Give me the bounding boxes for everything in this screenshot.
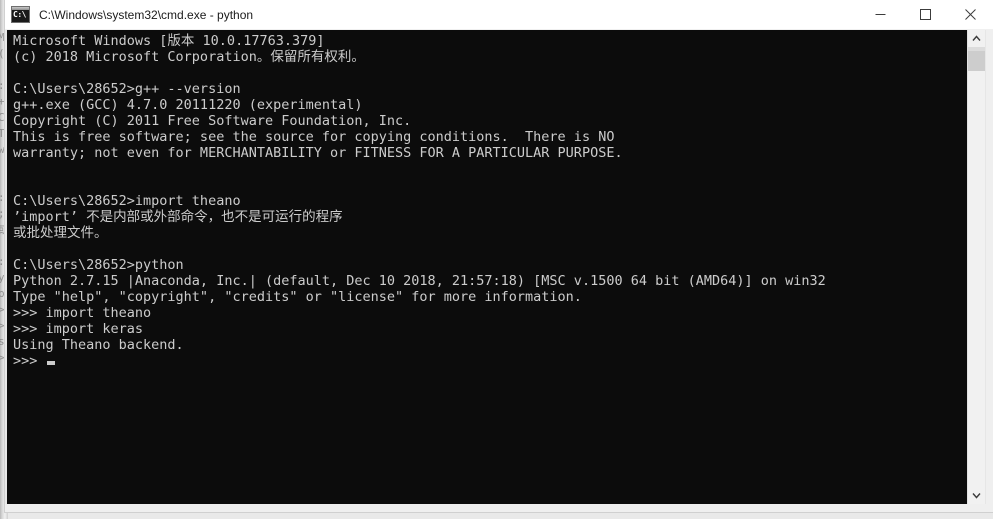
console-line: >>> import keras [13,321,144,337]
close-button[interactable] [948,0,993,29]
cmd-console-icon: C:\ [11,6,30,23]
scroll-thumb[interactable] [968,51,985,71]
console-line: C:\Users\28652>g++ --version [13,81,241,97]
console-line: This is free software; see the source fo… [13,129,615,145]
window-right-edge [985,30,993,504]
icon-prompt-text: C:\ [13,10,26,19]
console-prompt: >>> [13,353,46,369]
console-line: (c) 2018 Microsoft Corporation。保留所有权利。 [13,49,365,65]
minimize-icon [875,14,886,15]
maximize-icon [920,9,931,20]
chevron-down-icon [972,493,981,499]
text-cursor [46,361,55,365]
console-line: warranty; not even for MERCHANTABILITY o… [13,145,623,161]
scroll-down-button[interactable] [968,487,985,504]
desktop-background: M ( : + C T w : ; 或 : y p > > s > C:\ C:… [0,0,993,519]
console-line: C:\Users\28652>import theano [13,193,241,209]
console-prompt-line: >>> [13,353,826,369]
console-line: Python 2.7.15 |Anaconda, Inc.| (default,… [13,273,826,289]
console-line: Type "help", "copyright", "credits" or "… [13,289,582,305]
close-icon [965,9,976,20]
title-bar[interactable]: C:\ C:\Windows\system32\cmd.exe - python [5,0,993,30]
console-line: Microsoft Windows [版本 10.0.17763.379] [13,33,325,49]
console-line: g++.exe (GCC) 4.7.0 20111220 (experiment… [13,97,363,113]
minimize-button[interactable] [858,0,903,29]
console-area: Microsoft Windows [版本 10.0.17763.379] (c)… [5,30,993,512]
window-controls [858,0,993,29]
scroll-up-button[interactable] [968,30,985,47]
vertical-scrollbar[interactable] [967,30,985,504]
console-line: Copyright (C) 2011 Free Software Foundat… [13,113,412,129]
console-line: Using Theano backend. [13,337,184,353]
console-line: ’import’ 不是内部或外部命令，也不是可运行的程序 [13,209,343,225]
console-line: >>> import theano [13,305,152,321]
chevron-up-icon [972,35,981,41]
console-line: 或批处理文件。 [13,225,108,241]
cmd-window: C:\ C:\Windows\system32\cmd.exe - python [5,0,993,512]
window-bottom-edge [5,504,993,512]
console-output[interactable]: Microsoft Windows [版本 10.0.17763.379] (c)… [7,30,968,504]
maximize-button[interactable] [903,0,948,29]
console-line: C:\Users\28652>python [13,257,184,273]
console-text-buffer: Microsoft Windows [版本 10.0.17763.379] (c)… [13,33,826,369]
window-title: C:\Windows\system32\cmd.exe - python [39,7,254,22]
